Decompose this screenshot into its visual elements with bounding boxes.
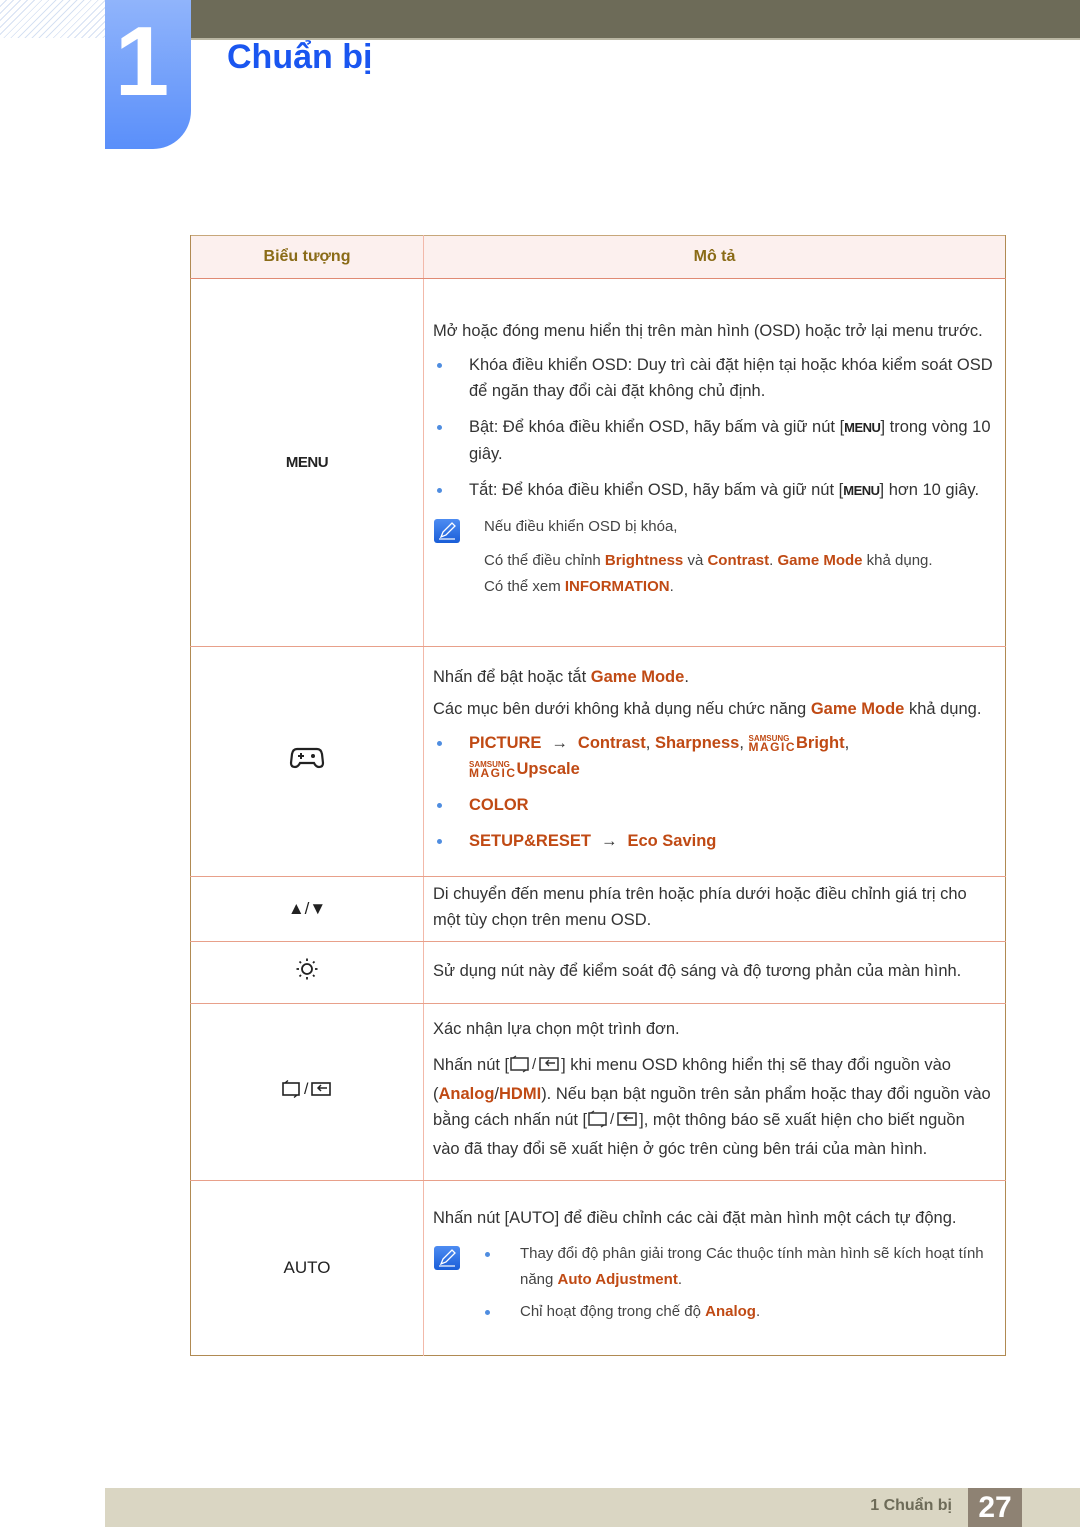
table-row-source: / Xác nhận lựa chọn một trình đơn. Nhấn …	[190, 1003, 1006, 1181]
list-item: SETUP&RESET → Eco Saving	[433, 828, 993, 854]
game-mode-p2: Các mục bên dưới không khả dụng nếu chức…	[433, 700, 982, 718]
unavailable-items-list: PICTURE → Contrast, Sharpness, SAMSUNG MAGI…	[433, 730, 993, 854]
menu-bullet-list: Khóa điều khiển OSD: Duy trì cài đặt hiệ…	[433, 352, 993, 504]
table-row-up-down: ▲/▼ Di chuyển đến menu phía trên hoặc ph…	[190, 876, 1006, 942]
gamepad-icon	[289, 746, 325, 778]
footer-section-label: 1 Chuẩn bị	[870, 1497, 952, 1514]
list-item: Tắt: Để khóa điều khiển OSD, hãy bấm và …	[433, 477, 993, 504]
source-enter-icon: /	[587, 1109, 639, 1136]
list-item: Bật: Để khóa điều khiển OSD, hãy bấm và …	[433, 414, 993, 467]
list-item: Thay đổi độ phân giải trong Các thuộc tí…	[484, 1241, 993, 1293]
menu-key-label: MENU	[843, 483, 880, 498]
note-pencil-icon	[434, 519, 460, 543]
menu-key-label: MENU	[844, 420, 881, 435]
up-down-description: Di chuyển đến menu phía trên hoặc phía d…	[433, 885, 967, 929]
button-description-table: Biểu tượng Mô tả MENU Mở hoặc đóng menu …	[190, 235, 1006, 1356]
table-row-brightness: Sử dụng nút này để kiểm soát độ sáng và …	[190, 941, 1006, 1004]
icon-cell	[190, 941, 424, 1004]
source-enter-icon: /	[509, 1054, 561, 1081]
column-header-icon: Biểu tượng	[190, 235, 424, 279]
note-line: Nếu điều khiển OSD bị khóa,	[484, 518, 678, 535]
chapter-number: 1	[114, 6, 170, 116]
source-enter-icons: /	[281, 1079, 333, 1107]
column-header-description: Mô tả	[423, 235, 1006, 279]
up-down-arrows-icon: ▲/▼	[287, 899, 327, 918]
game-mode-p1: Nhấn để bật hoặc tắt Game Mode.	[433, 668, 689, 686]
description-cell: Nhấn nút [AUTO] để điều chỉnh các cài đặ…	[423, 1180, 1006, 1356]
icon-cell: MENU	[190, 278, 424, 647]
chapter-tab: 1	[105, 0, 191, 149]
menu-intro: Mở hoặc đóng menu hiển thị trên màn hình…	[433, 322, 983, 340]
auto-description: Nhấn nút [AUTO] để điều chỉnh các cài đặ…	[433, 1208, 957, 1227]
svg-text:/: /	[610, 1111, 615, 1128]
header-bar	[190, 0, 1080, 40]
brightness-sun-icon	[295, 957, 319, 989]
list-item: PICTURE → Contrast, Sharpness, SAMSUNG MAGI…	[433, 730, 993, 782]
menu-button-label: MENU	[285, 454, 329, 471]
list-item: Chỉ hoạt động trong chế độ Analog.	[484, 1299, 993, 1325]
auto-button-label: AUTO	[283, 1258, 331, 1277]
source-p1: Xác nhận lựa chọn một trình đơn.	[433, 1019, 680, 1038]
svg-text:/: /	[304, 1081, 309, 1098]
list-item: COLOR	[433, 792, 993, 818]
note-box: Nếu điều khiển OSD bị khóa, Có thể điều …	[433, 514, 993, 600]
brightness-description: Sử dụng nút này để kiểm soát độ sáng và …	[433, 961, 962, 980]
source-p2: Nhấn nút [/] khi menu OSD không hiển thị…	[433, 1054, 991, 1158]
header-hatch-decoration	[0, 0, 105, 38]
note-box: Thay đổi độ phân giải trong Các thuộc tí…	[433, 1241, 993, 1325]
table-header-row: Biểu tượng Mô tả	[190, 235, 1006, 279]
icon-cell: /	[190, 1003, 424, 1181]
svg-text:/: /	[532, 1056, 537, 1073]
description-cell: Nhấn để bật hoặc tắt Game Mode. Các mục …	[423, 646, 1006, 877]
table-row-auto: AUTO Nhấn nút [AUTO] để điều chỉnh các c…	[190, 1180, 1006, 1356]
icon-cell: ▲/▼	[190, 876, 424, 942]
auto-note-list: Thay đổi độ phân giải trong Các thuộc tí…	[484, 1241, 993, 1325]
description-cell: Sử dụng nút này để kiểm soát độ sáng và …	[423, 941, 1006, 1004]
note-line: Có thể xem INFORMATION.	[484, 578, 674, 595]
description-cell: Mở hoặc đóng menu hiển thị trên màn hình…	[423, 278, 1006, 647]
icon-cell: AUTO	[190, 1180, 424, 1356]
table-row-game-mode: Nhấn để bật hoặc tắt Game Mode. Các mục …	[190, 646, 1006, 877]
list-item: Khóa điều khiển OSD: Duy trì cài đặt hiệ…	[433, 352, 993, 404]
description-cell: Di chuyển đến menu phía trên hoặc phía d…	[423, 876, 1006, 942]
page-footer: 1 Chuẩn bị 27	[105, 1488, 1080, 1527]
note-line: Có thể điều chỉnh Brightness và Contrast…	[484, 552, 933, 569]
note-pencil-icon	[434, 1245, 460, 1270]
samsung-magic-logo: SAMSUNG MAGIC	[748, 734, 796, 754]
chapter-title: Chuẩn bị	[227, 38, 373, 76]
samsung-magic-logo: SAMSUNG MAGIC	[469, 760, 517, 780]
table-row-menu: MENU Mở hoặc đóng menu hiển thị trên màn…	[190, 278, 1006, 647]
page-number: 27	[968, 1488, 1022, 1527]
description-cell: Xác nhận lựa chọn một trình đơn. Nhấn nú…	[423, 1003, 1006, 1181]
icon-cell	[190, 646, 424, 877]
